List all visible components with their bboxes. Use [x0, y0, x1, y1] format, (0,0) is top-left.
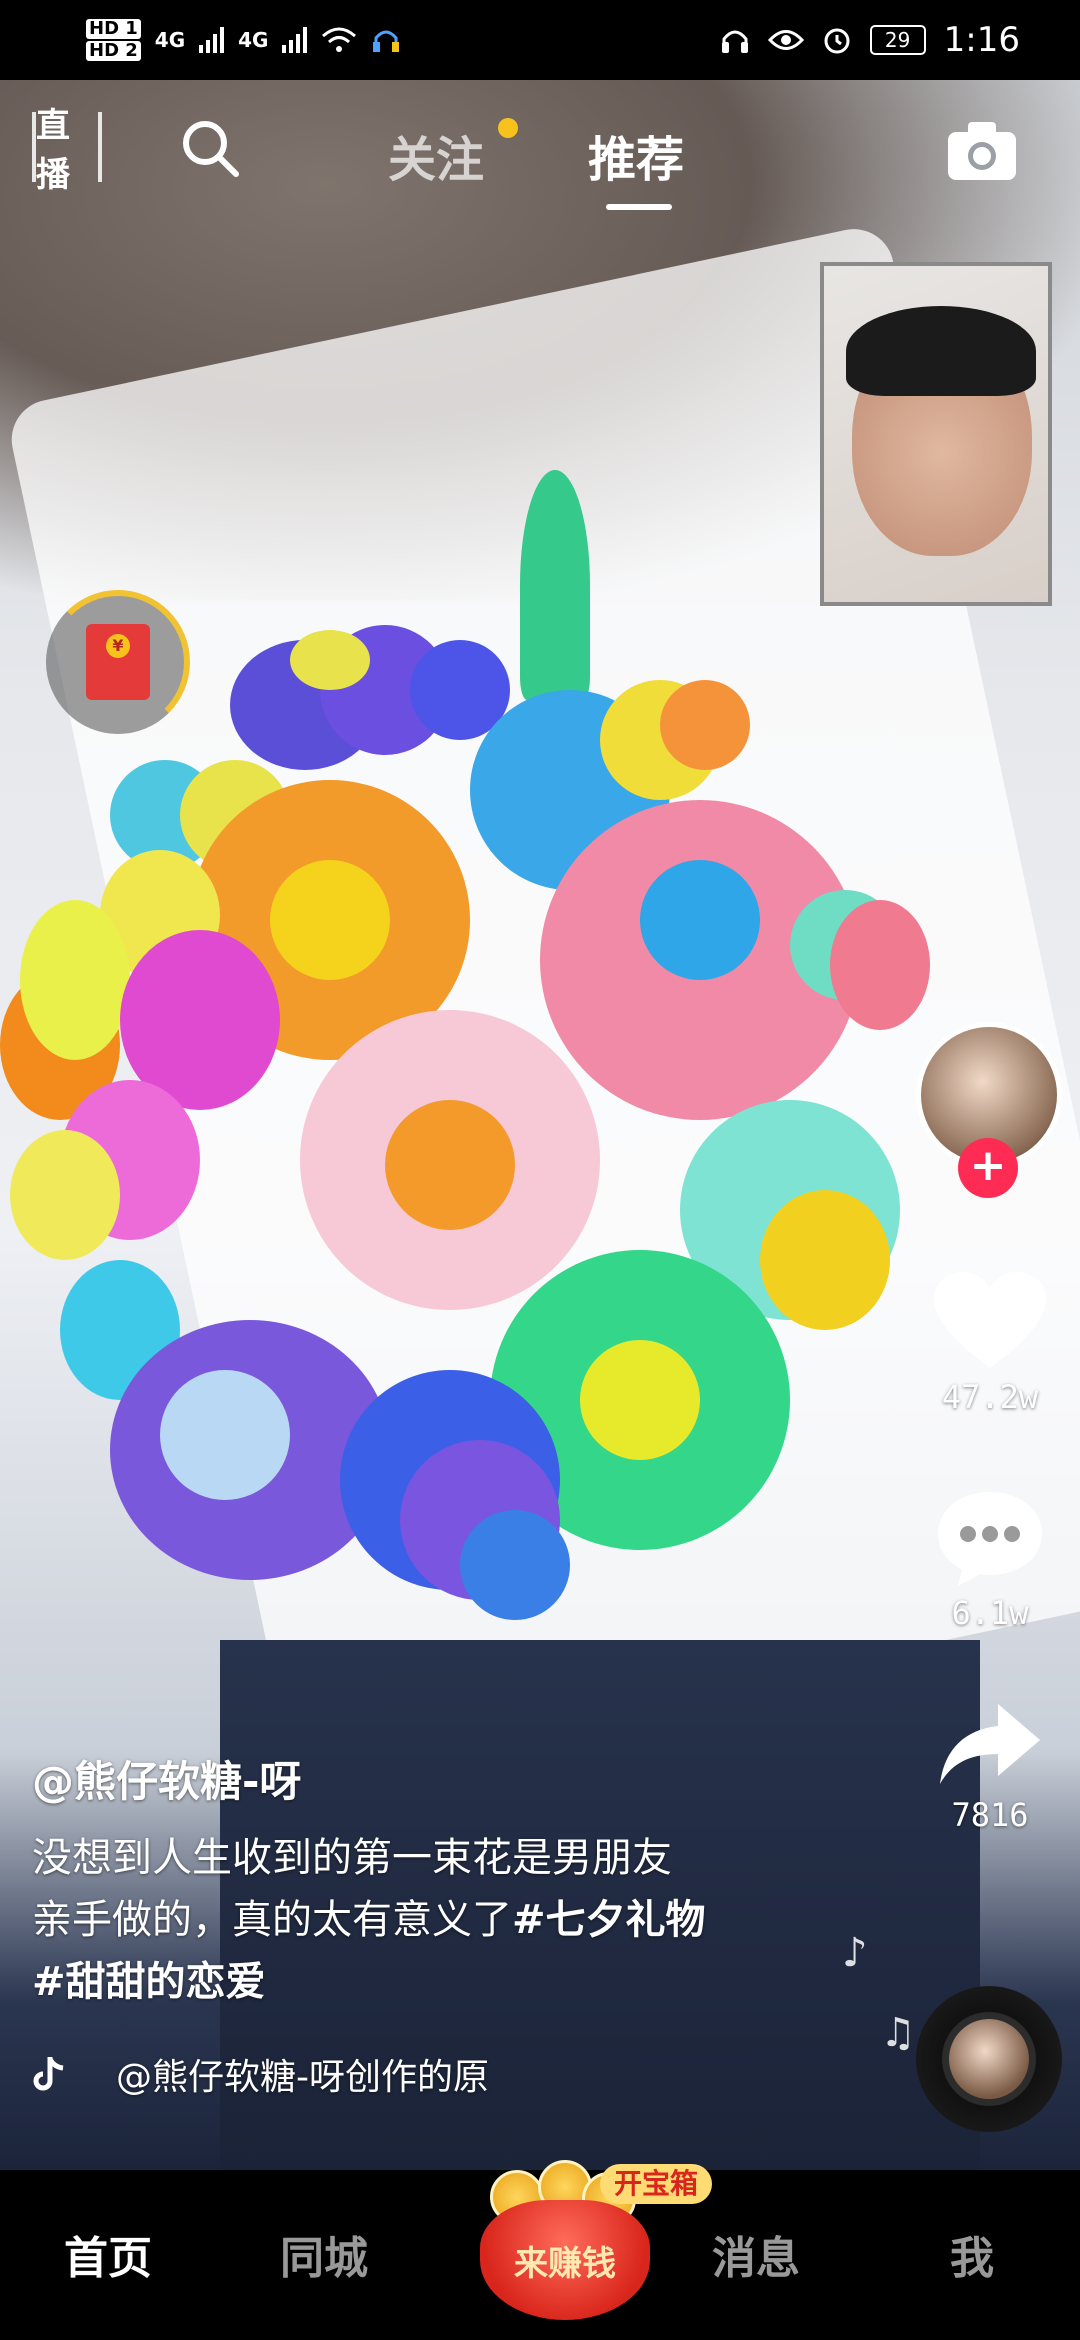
music-disc-cover — [949, 2019, 1029, 2099]
network2-label: 4G — [238, 28, 269, 52]
comment-icon — [938, 1492, 1042, 1586]
active-tab-indicator — [606, 204, 672, 210]
description-text: 亲手做的，真的太有意义了 — [32, 1897, 512, 1943]
music-note-icon: ♫ — [880, 2010, 916, 2056]
nav-home[interactable]: 首页 — [64, 2222, 152, 2286]
red-packet-timer[interactable] — [46, 590, 190, 734]
description-line1: 没想到人生收到的第一束花是男朋友 — [32, 1835, 672, 1881]
status-left: HD 1 HD 2 4G 4G — [86, 18, 401, 62]
share-icon — [940, 1704, 1040, 1784]
tab-follow[interactable]: 关注 — [388, 120, 484, 190]
hashtag-sweet-love[interactable]: #甜甜的恋爱 — [32, 1951, 792, 2013]
notification-dot — [498, 118, 518, 138]
picture-in-picture-video[interactable] — [820, 262, 1052, 606]
hd-indicator: HD 1 HD 2 — [86, 18, 141, 62]
search-icon[interactable] — [178, 116, 242, 180]
hashtag-qixi[interactable]: #七夕礼物 — [512, 1897, 706, 1943]
signal-icon — [282, 27, 308, 53]
heart-icon — [934, 1272, 1046, 1368]
signal-icon — [199, 27, 225, 53]
nav-city[interactable]: 同城 — [280, 2222, 368, 2286]
music-disc[interactable] — [916, 1986, 1062, 2132]
network1-label: 4G — [154, 28, 186, 52]
music-note-icon: ♪ — [842, 1930, 868, 1976]
comment-action[interactable]: 6.1w — [920, 1488, 1060, 1632]
description-line2: 亲手做的，真的太有意义了#七夕礼物 — [32, 1889, 792, 1951]
red-packet-icon — [86, 624, 150, 700]
tab-recommend[interactable]: 推荐 — [588, 120, 684, 190]
money-pot: 来赚钱 — [480, 2200, 650, 2320]
wifi-icon — [322, 27, 357, 52]
video-caption: @熊仔软糖-呀 没想到人生收到的第一束花是男朋友 亲手做的，真的太有意义了#七夕… — [32, 1748, 792, 2013]
earn-label: 来赚钱 — [514, 2243, 616, 2284]
nav-messages[interactable]: 消息 — [712, 2222, 800, 2286]
headphone-icon — [721, 30, 748, 53]
live-label: 直播 — [36, 106, 70, 195]
author-username[interactable]: @熊仔软糖-呀 — [32, 1748, 792, 1809]
eye-icon — [767, 30, 804, 50]
share-count: 7816 — [951, 1796, 1029, 1834]
douyin-logo-icon — [33, 2057, 64, 2091]
bluetooth-headset-icon — [373, 30, 400, 52]
hd1-label: HD 1 — [86, 19, 141, 39]
follow-button[interactable]: + — [958, 1138, 1018, 1198]
status-bar: HD 1 HD 2 4G 4G 29 1:16 — [0, 0, 1080, 80]
hd2-label: HD 2 — [86, 41, 141, 61]
pip-hair — [846, 306, 1036, 396]
share-action[interactable]: 7816 — [920, 1700, 1060, 1834]
nav-me[interactable]: 我 — [950, 2222, 994, 2286]
comment-count: 6.1w — [951, 1594, 1029, 1632]
camera-icon[interactable] — [946, 120, 1018, 182]
like-action[interactable]: 47.2w — [920, 1272, 1060, 1416]
status-right: 29 1:16 — [720, 20, 1020, 60]
video-description: 没想到人生收到的第一束花是男朋友 亲手做的，真的太有意义了#七夕礼物 #甜甜的恋… — [32, 1827, 792, 2013]
treasure-chest-badge[interactable]: 开宝箱 — [600, 2164, 713, 2204]
clock: 1:16 — [943, 20, 1020, 60]
top-nav: 直播 关注 推荐 — [0, 100, 1080, 210]
live-button[interactable]: 直播 — [32, 106, 102, 195]
music-info[interactable]: @熊仔软糖-呀创作的原 — [32, 2048, 489, 2100]
alarm-icon — [824, 28, 850, 54]
battery-icon: 29 — [869, 25, 926, 55]
like-count: 47.2w — [941, 1378, 1039, 1416]
music-title: @熊仔软糖-呀创作的原 — [116, 2057, 489, 2098]
